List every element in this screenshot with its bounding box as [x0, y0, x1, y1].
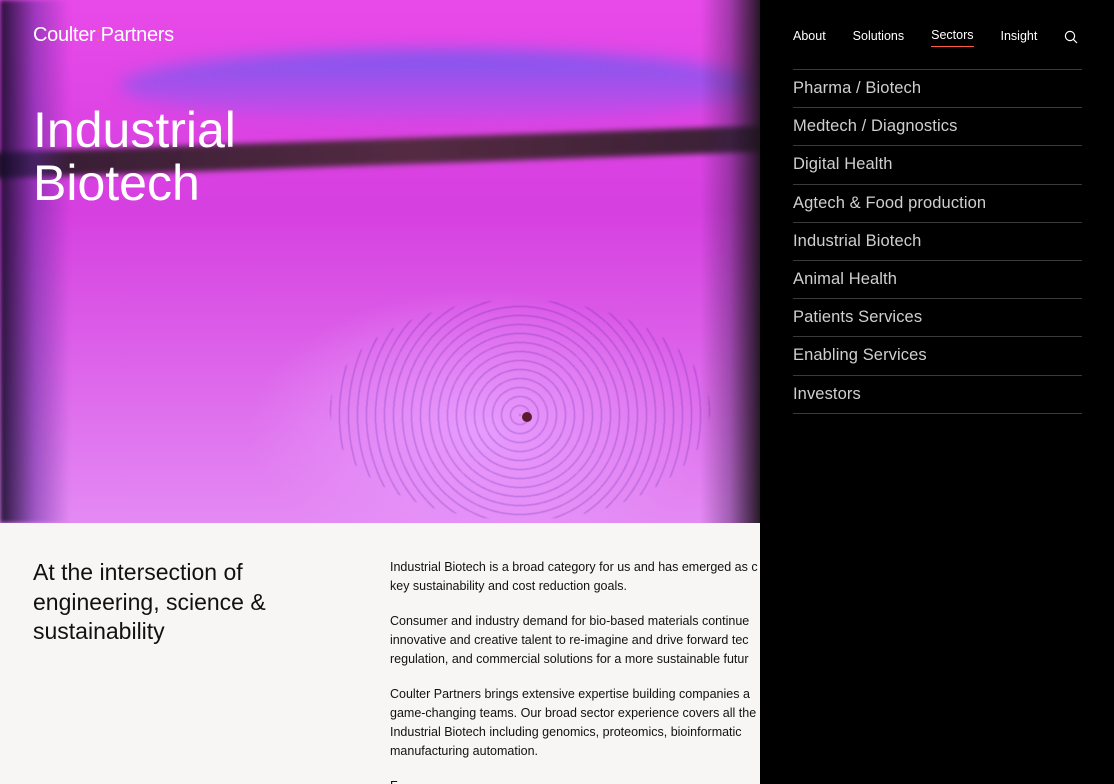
- intro-heading: At the intersection of engineering, scie…: [33, 559, 266, 644]
- sectors-menu-panel: About Solutions Sectors Insight Pharma /…: [760, 0, 1114, 784]
- brand-logo[interactable]: Coulter:Partners: [33, 24, 174, 47]
- body-paragraph: Consumer and industry demand for bio-bas…: [390, 612, 760, 669]
- body-line: manufacturing automation.: [390, 744, 539, 758]
- sector-list: Pharma / Biotech Medtech / Diagnostics D…: [793, 69, 1082, 414]
- sector-item-investors[interactable]: Investors: [793, 376, 1082, 414]
- body-line: Consumer and industry demand for bio-bas…: [390, 614, 750, 628]
- body-line: F: [390, 779, 398, 784]
- main-nav: About Solutions Sectors Insight: [793, 26, 1078, 47]
- sector-item-digital-health[interactable]: Digital Health: [793, 146, 1082, 185]
- body-paragraph: F: [390, 777, 760, 784]
- body-line: Coulter Partners brings extensive expert…: [390, 687, 750, 701]
- body-line: key sustainability and cost reduction go…: [390, 579, 627, 593]
- brand-name-right: Partners: [100, 24, 174, 46]
- hero-texture: [0, 0, 70, 523]
- brand-name-left: Coulter: [33, 24, 96, 46]
- page-title: Industrial Biotech: [33, 104, 433, 210]
- hero-texture: [330, 300, 710, 520]
- page-title-line: Biotech: [33, 155, 200, 211]
- sector-item-agtech-food[interactable]: Agtech & Food production: [793, 185, 1082, 223]
- body-paragraph: Industrial Biotech is a broad category f…: [390, 558, 760, 596]
- page-title-line: Industrial: [33, 102, 236, 158]
- nav-item-sectors[interactable]: Sectors: [931, 26, 974, 47]
- sector-item-enabling-services[interactable]: Enabling Services: [793, 337, 1082, 376]
- body-paragraph: Coulter Partners brings extensive expert…: [390, 685, 760, 761]
- body-line: game-changing teams. Our broad sector ex…: [390, 706, 757, 720]
- sector-item-pharma-biotech[interactable]: Pharma / Biotech: [793, 70, 1082, 109]
- sector-item-industrial-biotech[interactable]: Industrial Biotech: [793, 223, 1082, 261]
- body-line: regulation, and commercial solutions for…: [390, 652, 749, 666]
- body-text: Industrial Biotech is a broad category f…: [390, 558, 760, 784]
- hero-texture: [700, 0, 760, 523]
- body-line: Industrial Biotech including genomics, p…: [390, 725, 742, 739]
- body-line: Industrial Biotech is a broad category f…: [390, 560, 758, 574]
- sector-item-animal-health[interactable]: Animal Health: [793, 261, 1082, 300]
- body-line: innovative and creative talent to re-ima…: [390, 633, 749, 647]
- search-icon[interactable]: [1064, 30, 1078, 44]
- sector-item-medtech-diagnostics[interactable]: Medtech / Diagnostics: [793, 108, 1082, 147]
- hero-image: [0, 0, 760, 523]
- hero-texture: [522, 412, 532, 422]
- sector-item-patients-services[interactable]: Patients Services: [793, 299, 1082, 338]
- nav-item-solutions[interactable]: Solutions: [853, 27, 904, 47]
- nav-item-insight[interactable]: Insight: [1001, 27, 1038, 47]
- nav-item-about[interactable]: About: [793, 27, 826, 47]
